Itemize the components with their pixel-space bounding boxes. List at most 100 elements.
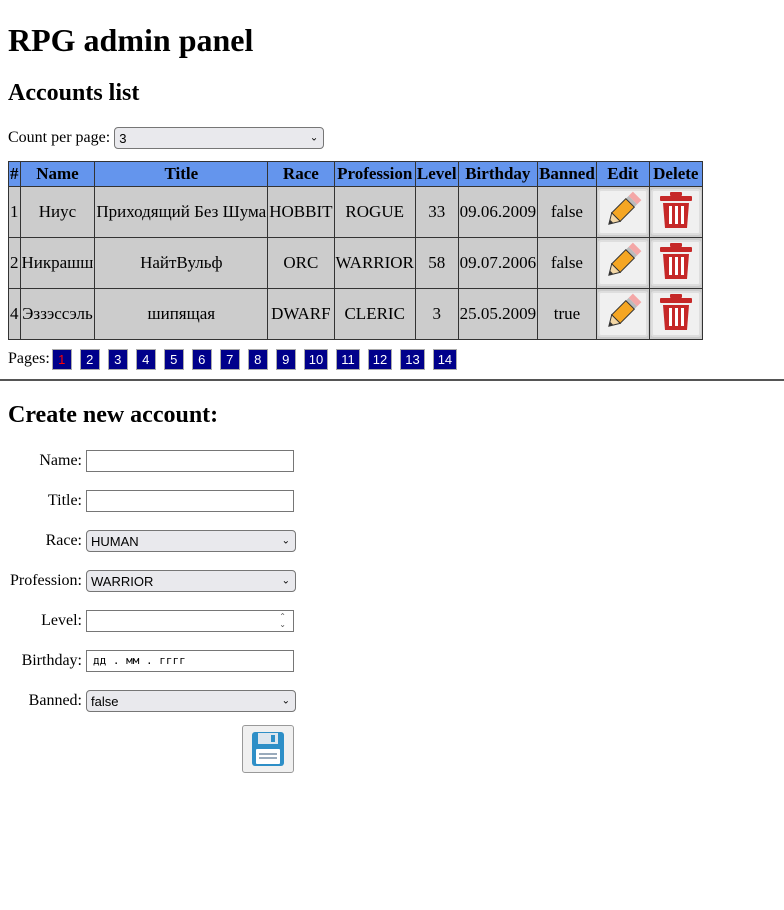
level-label: Level: xyxy=(41,612,82,629)
cell-name: Никрашш xyxy=(19,237,96,289)
table-row: 2 Никрашш НайтВульф ORC WARRIOR 58 09.07.2006 f… xyxy=(8,237,703,289)
cell-level: 33 xyxy=(414,186,459,238)
race-select-wrap: HUMAN ⌄ xyxy=(86,530,296,552)
column-header: Delete xyxy=(648,161,703,187)
pencil-icon xyxy=(603,241,643,286)
page-button[interactable]: 6 xyxy=(191,348,212,370)
cell-banned: false xyxy=(537,237,597,289)
page-button[interactable]: 3 xyxy=(107,348,128,370)
cell-race: HOBBIT xyxy=(267,186,335,238)
banned-row: Banned: false ⌄ xyxy=(8,681,776,721)
race-select[interactable]: HUMAN xyxy=(86,530,296,552)
column-header: Level xyxy=(414,161,459,187)
cell-level: 58 xyxy=(414,237,459,289)
column-header: Edit xyxy=(595,161,650,187)
column-header: # xyxy=(8,161,21,187)
cell-name: Эззэссэль xyxy=(19,288,96,340)
cell-birthday: 09.06.2009 xyxy=(457,186,539,238)
pencil-icon xyxy=(603,190,643,235)
level-input[interactable] xyxy=(86,610,294,632)
cell-delete xyxy=(648,237,703,289)
page-button[interactable]: 8 xyxy=(247,348,268,370)
create-form: Name: Title: Race: HUMAN ⌄ Profession: W… xyxy=(8,441,776,777)
cell-title: НайтВульф xyxy=(94,237,269,289)
banned-select[interactable]: false xyxy=(86,690,296,712)
trash-icon xyxy=(659,293,693,336)
birthday-input[interactable]: дд . мм . гггг xyxy=(86,650,294,672)
profession-select[interactable]: WARRIOR xyxy=(86,570,296,592)
create-heading: Create new account: xyxy=(8,402,219,428)
page-button[interactable]: 13 xyxy=(400,348,425,370)
column-header: Profession xyxy=(333,161,416,187)
name-label: Name: xyxy=(39,452,82,469)
count-per-page-select-wrap: 3 ⌄ xyxy=(114,127,325,149)
delete-button[interactable] xyxy=(650,240,701,286)
column-header: Name xyxy=(19,161,96,187)
title-row: Title: xyxy=(8,481,776,521)
cell-profession: CLERIC xyxy=(333,288,416,340)
spinner-arrows-icon[interactable]: ⌃ ⌄ xyxy=(279,613,286,629)
table-header-row: # Name Title Race Profession Level Birthday Ban… xyxy=(8,161,703,187)
cell-edit xyxy=(595,186,650,238)
save-button[interactable] xyxy=(242,725,294,773)
trash-icon xyxy=(659,242,693,285)
pencil-icon xyxy=(603,292,643,337)
column-header: Birthday xyxy=(457,161,539,187)
page-button[interactable]: 5 xyxy=(163,348,184,370)
cell-id: 2 xyxy=(8,237,21,289)
column-header: Title xyxy=(94,161,269,187)
level-input-wrap: ⌃ ⌄ xyxy=(86,610,294,632)
count-per-page-row: Count per page: 3 ⌄ xyxy=(8,125,776,151)
level-row: Level: ⌃ ⌄ xyxy=(8,601,776,641)
cell-race: ORC xyxy=(267,237,335,289)
divider xyxy=(0,379,784,381)
edit-button[interactable] xyxy=(597,291,648,337)
column-header: Race xyxy=(267,161,335,187)
save-row xyxy=(8,721,776,777)
page-button[interactable]: 7 xyxy=(219,348,240,370)
delete-button[interactable] xyxy=(650,291,701,337)
delete-button[interactable] xyxy=(650,189,701,235)
trash-icon xyxy=(659,191,693,234)
cell-birthday: 09.07.2006 xyxy=(457,237,539,289)
table-row: 4 Эззэссэль шипящая DWARF CLERIC 3 25.05.2009 t… xyxy=(8,288,703,340)
name-input[interactable] xyxy=(86,450,294,472)
admin-panel: RPG admin panel Accounts list Count per … xyxy=(0,21,784,370)
profession-row: Profession: WARRIOR ⌄ xyxy=(8,561,776,601)
column-header: Banned xyxy=(537,161,597,187)
table-row: 1 Ниус Приходящий Без Шума HOBBIT ROGUE 33 09.… xyxy=(8,186,703,238)
banned-select-wrap: false ⌄ xyxy=(86,690,296,712)
cell-id: 4 xyxy=(8,288,21,340)
page-button[interactable]: 14 xyxy=(432,348,458,370)
accounts-heading: Accounts list xyxy=(8,80,140,106)
page-button[interactable]: 10 xyxy=(303,348,329,370)
page-button[interactable]: 12 xyxy=(367,348,393,370)
title-input[interactable] xyxy=(86,490,294,512)
cell-banned: false xyxy=(537,186,597,238)
edit-button[interactable] xyxy=(597,240,648,286)
race-label: Race: xyxy=(45,532,82,549)
page-button[interactable]: 11 xyxy=(336,348,360,370)
create-section: Create new account: Name: Title: Race: H… xyxy=(0,401,784,777)
name-row: Name: xyxy=(8,441,776,481)
edit-button[interactable] xyxy=(597,189,648,235)
cell-edit xyxy=(595,288,650,340)
page-title: RPG admin panel xyxy=(8,22,254,58)
race-row: Race: HUMAN ⌄ xyxy=(8,521,776,561)
cell-race: DWARF xyxy=(267,288,335,340)
profession-label: Profession: xyxy=(10,572,82,589)
cell-edit xyxy=(595,237,650,289)
count-per-page-select[interactable]: 3 xyxy=(114,127,325,149)
page-button[interactable]: 1 xyxy=(51,348,72,370)
count-per-page-label: Count per page: xyxy=(8,129,111,146)
page-button[interactable]: 9 xyxy=(275,348,296,370)
birthday-label: Birthday: xyxy=(21,652,82,669)
cell-id: 1 xyxy=(8,186,21,238)
title-label: Title: xyxy=(47,492,82,509)
birthday-row: Birthday: дд . мм . гггг xyxy=(8,641,776,681)
cell-delete xyxy=(648,186,703,238)
floppy-save-icon xyxy=(252,732,284,766)
page-button[interactable]: 2 xyxy=(79,348,100,370)
page-button[interactable]: 4 xyxy=(135,348,156,370)
pagination: Pages: 1 2 3 4 5 6 7 8 9 10 11 12 13 14 xyxy=(8,348,776,370)
